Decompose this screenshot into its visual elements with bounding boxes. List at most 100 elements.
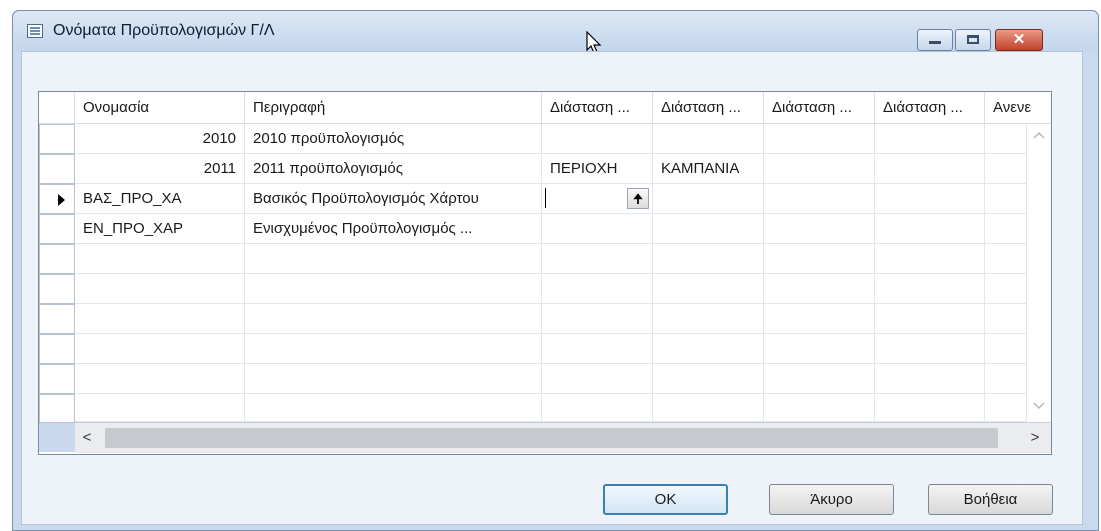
cell-blocked[interactable]: [985, 154, 1027, 184]
empty-cell[interactable]: [245, 304, 542, 334]
empty-cell[interactable]: [985, 274, 1027, 304]
cell-dimension-4[interactable]: [875, 184, 985, 214]
ok-button[interactable]: OK: [603, 484, 728, 515]
cell-dimension-4[interactable]: [875, 124, 985, 154]
cell-name[interactable]: ΕΝ_ΠΡΟ_ΧΑΡ: [75, 214, 245, 244]
empty-cell[interactable]: [875, 394, 985, 422]
empty-cell[interactable]: [875, 334, 985, 364]
empty-cell[interactable]: [542, 364, 653, 394]
empty-cell[interactable]: [245, 394, 542, 422]
row-selector[interactable]: [39, 334, 75, 364]
title-bar[interactable]: Ονόματα Προϋπολογισμών Γ/Λ ✕: [13, 11, 1098, 54]
row-selector[interactable]: [39, 124, 75, 154]
empty-cell[interactable]: [75, 274, 245, 304]
empty-cell[interactable]: [985, 304, 1027, 334]
row-selector-current[interactable]: [39, 184, 75, 214]
empty-cell[interactable]: [653, 394, 764, 422]
empty-cell[interactable]: [245, 274, 542, 304]
empty-cell[interactable]: [875, 244, 985, 274]
vertical-scrollbar[interactable]: [1027, 124, 1051, 422]
empty-cell[interactable]: [75, 364, 245, 394]
empty-cell[interactable]: [764, 304, 875, 334]
row-selector[interactable]: [39, 214, 75, 244]
column-header-blocked[interactable]: Ανενε: [985, 92, 1051, 124]
cell-dimension-3[interactable]: [764, 124, 875, 154]
cell-name[interactable]: 2011: [75, 154, 245, 184]
empty-cell[interactable]: [653, 364, 764, 394]
empty-cell[interactable]: [764, 244, 875, 274]
empty-cell[interactable]: [75, 244, 245, 274]
empty-cell[interactable]: [245, 364, 542, 394]
cell-dimension-3[interactable]: [764, 154, 875, 184]
empty-cell[interactable]: [985, 334, 1027, 364]
row-selector[interactable]: [39, 364, 75, 394]
cell-description[interactable]: Ενισχυμένος Προϋπολογισμός ...: [245, 214, 542, 244]
cell-name[interactable]: ΒΑΣ_ΠΡΟ_ΧΑ: [75, 184, 245, 214]
cancel-button[interactable]: Άκυρο: [769, 484, 894, 515]
row-selector[interactable]: [39, 304, 75, 334]
lookup-button[interactable]: 🠉: [627, 188, 649, 209]
empty-cell[interactable]: [542, 304, 653, 334]
empty-cell[interactable]: [985, 244, 1027, 274]
empty-cell[interactable]: [875, 274, 985, 304]
column-header-dimension-3[interactable]: Διάσταση ...: [764, 92, 875, 124]
cell-blocked[interactable]: [985, 124, 1027, 154]
empty-cell[interactable]: [985, 394, 1027, 422]
cell-dimension-2[interactable]: [653, 184, 764, 214]
empty-cell[interactable]: [542, 244, 653, 274]
empty-cell[interactable]: [653, 334, 764, 364]
column-header-dimension-2[interactable]: Διάσταση ...: [653, 92, 764, 124]
empty-cell[interactable]: [542, 274, 653, 304]
empty-cell[interactable]: [542, 394, 653, 422]
scroll-right-icon[interactable]: >: [1023, 423, 1047, 453]
empty-cell[interactable]: [653, 274, 764, 304]
cell-dimension-1[interactable]: [542, 124, 653, 154]
cell-description[interactable]: 2010 προϋπολογισμός: [245, 124, 542, 154]
cell-dimension-2[interactable]: [653, 124, 764, 154]
empty-cell[interactable]: [75, 394, 245, 422]
column-header-name[interactable]: Ονομασία: [75, 92, 245, 124]
empty-cell[interactable]: [985, 364, 1027, 394]
empty-cell[interactable]: [245, 334, 542, 364]
horizontal-scroll-thumb[interactable]: [105, 428, 998, 448]
cell-dimension-2[interactable]: [653, 214, 764, 244]
cell-name[interactable]: 2010: [75, 124, 245, 154]
column-header-dimension-1[interactable]: Διάσταση ...: [542, 92, 653, 124]
cell-dimension-1[interactable]: [542, 214, 653, 244]
cell-blocked[interactable]: [985, 184, 1027, 214]
cell-dimension-1[interactable]: ΠΕΡΙΟΧΗ: [542, 154, 653, 184]
empty-cell[interactable]: [875, 364, 985, 394]
cell-dimension-4[interactable]: [875, 154, 985, 184]
empty-cell[interactable]: [75, 334, 245, 364]
empty-cell[interactable]: [75, 304, 245, 334]
empty-cell[interactable]: [764, 364, 875, 394]
horizontal-scrollbar[interactable]: < >: [75, 422, 1051, 453]
minimize-button[interactable]: [917, 29, 953, 51]
close-button[interactable]: ✕: [995, 29, 1043, 51]
empty-cell[interactable]: [245, 244, 542, 274]
empty-cell[interactable]: [764, 334, 875, 364]
cell-description[interactable]: 2011 προϋπολογισμός: [245, 154, 542, 184]
row-selector[interactable]: [39, 154, 75, 184]
cell-dimension-2[interactable]: ΚΑΜΠΑΝΙΑ: [653, 154, 764, 184]
scroll-left-icon[interactable]: <: [75, 423, 99, 453]
empty-cell[interactable]: [764, 394, 875, 422]
cell-dimension-3[interactable]: [764, 214, 875, 244]
column-header-description[interactable]: Περιγραφή: [245, 92, 542, 124]
scroll-up-icon[interactable]: [1027, 124, 1051, 142]
maximize-button[interactable]: [955, 29, 991, 51]
empty-cell[interactable]: [653, 244, 764, 274]
cell-dimension-4[interactable]: [875, 214, 985, 244]
cell-dimension-3[interactable]: [764, 184, 875, 214]
row-selector[interactable]: [39, 274, 75, 304]
help-button[interactable]: Βοήθεια: [928, 484, 1053, 515]
empty-cell[interactable]: [875, 304, 985, 334]
row-selector[interactable]: [39, 394, 75, 424]
empty-cell[interactable]: [653, 304, 764, 334]
scroll-down-icon[interactable]: [1027, 400, 1051, 418]
empty-cell[interactable]: [764, 274, 875, 304]
cell-description[interactable]: Βασικός Προϋπολογισμός Χάρτου: [245, 184, 542, 214]
cell-blocked[interactable]: [985, 214, 1027, 244]
row-selector[interactable]: [39, 244, 75, 274]
column-header-dimension-4[interactable]: Διάσταση ...: [875, 92, 985, 124]
